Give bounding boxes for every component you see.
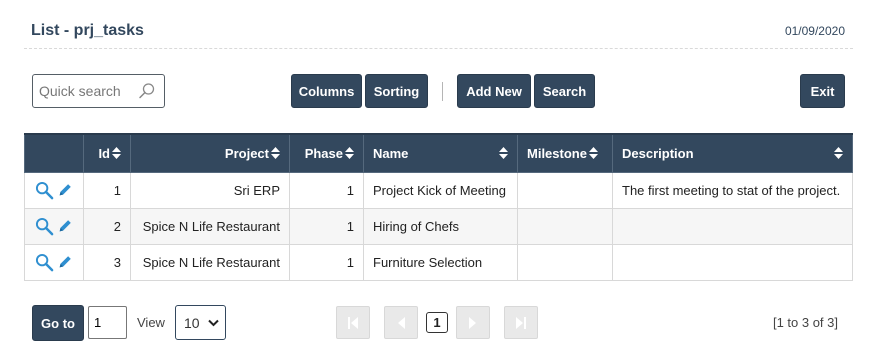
row-actions — [24, 243, 84, 281]
page-title: List - prj_tasks — [31, 22, 144, 39]
pagination-range-info: [1 to 3 of 3] — [772, 315, 838, 330]
table-row: 3 Spice N Life Restaurant 1 Furniture Se… — [24, 243, 853, 281]
go-to-page-input[interactable] — [88, 306, 127, 339]
sort-icon[interactable] — [345, 147, 354, 159]
page-header: List - prj_tasks 01/09/2020 — [24, 12, 853, 49]
table-row: 2 Spice N Life Restaurant 1 Hiring of Ch… — [24, 207, 853, 245]
tasks-table: Id Project Phase Name Milestone Descript… — [24, 133, 853, 281]
rows-per-page-value: 10 — [184, 314, 200, 331]
view-label: View — [137, 315, 165, 330]
cell-milestone — [517, 243, 613, 281]
cell-project: Spice N Life Restaurant — [130, 207, 290, 245]
cell-name: Furniture Selection — [363, 243, 518, 281]
first-page-button[interactable] — [336, 306, 370, 339]
column-header-project[interactable]: Project — [130, 133, 290, 173]
table-header-row: Id Project Phase Name Milestone Descript… — [24, 133, 853, 173]
cell-description — [612, 207, 853, 245]
column-header-description[interactable]: Description — [612, 133, 853, 173]
cell-id: 3 — [83, 243, 131, 281]
cell-name: Project Kick of Meeting — [363, 171, 518, 209]
cell-id: 1 — [83, 171, 131, 209]
sort-icon[interactable] — [499, 147, 508, 159]
cell-description — [612, 243, 853, 281]
sort-icon[interactable] — [112, 147, 121, 159]
table-row: 1 Sri ERP 1 Project Kick of Meeting The … — [24, 171, 853, 209]
cell-project: Spice N Life Restaurant — [130, 243, 290, 281]
dropdown-arrow-icon — [207, 319, 219, 326]
row-actions — [24, 171, 84, 209]
search-button[interactable]: Search — [534, 74, 595, 108]
cell-phase: 1 — [289, 207, 364, 245]
magnifier-icon[interactable] — [35, 217, 54, 236]
column-header-name[interactable]: Name — [363, 133, 518, 173]
actions-column-header — [24, 133, 84, 173]
cell-milestone — [517, 207, 613, 245]
exit-button[interactable]: Exit — [800, 74, 845, 108]
cell-milestone — [517, 171, 613, 209]
cell-description: The first meeting to stat of the project… — [612, 171, 853, 209]
add-new-button[interactable]: Add New — [457, 74, 531, 108]
magnifier-icon[interactable] — [35, 181, 54, 200]
first-page-icon — [348, 316, 358, 329]
go-to-button[interactable]: Go to — [32, 305, 84, 341]
cell-phase: 1 — [289, 243, 364, 281]
sort-icon[interactable] — [271, 147, 280, 159]
column-header-phase[interactable]: Phase — [289, 133, 364, 173]
prev-page-icon — [398, 316, 405, 329]
prev-page-button[interactable] — [384, 306, 418, 339]
next-page-icon — [469, 316, 476, 329]
cell-name: Hiring of Chefs — [363, 207, 518, 245]
pencil-icon[interactable] — [57, 182, 73, 198]
quick-search-input[interactable] — [39, 82, 139, 100]
column-header-milestone[interactable]: Milestone — [517, 133, 613, 173]
sort-icon[interactable] — [834, 147, 843, 159]
rows-per-page-select[interactable]: 10 — [175, 305, 226, 340]
cell-id: 2 — [83, 207, 131, 245]
page-date: 01/09/2020 — [784, 24, 845, 38]
search-icon[interactable] — [138, 82, 156, 100]
magnifier-icon[interactable] — [35, 253, 54, 272]
cell-phase: 1 — [289, 171, 364, 209]
sort-icon[interactable] — [589, 147, 598, 159]
sorting-button[interactable]: Sorting — [365, 74, 428, 108]
last-page-button[interactable] — [504, 306, 538, 339]
quick-search-box[interactable] — [32, 74, 165, 108]
last-page-icon — [516, 316, 526, 329]
columns-button[interactable]: Columns — [291, 74, 362, 108]
column-header-id[interactable]: Id — [83, 133, 131, 173]
current-page-indicator[interactable]: 1 — [426, 312, 448, 333]
next-page-button[interactable] — [456, 306, 490, 339]
toolbar-separator — [442, 82, 443, 101]
pencil-icon[interactable] — [57, 218, 73, 234]
row-actions — [24, 207, 84, 245]
pencil-icon[interactable] — [57, 254, 73, 270]
cell-project: Sri ERP — [130, 171, 290, 209]
